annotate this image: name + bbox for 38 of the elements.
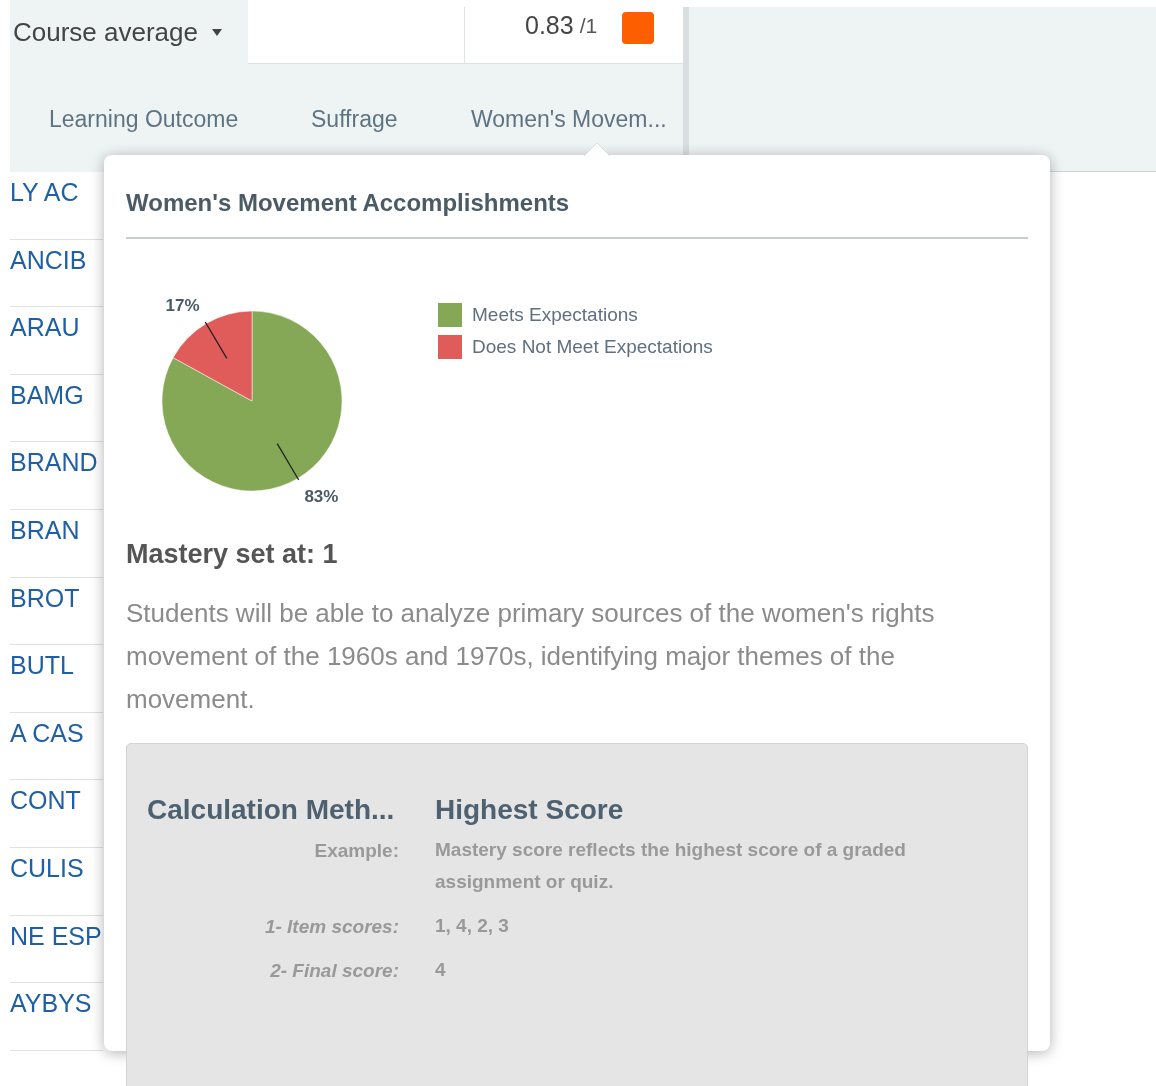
calc-row-label: 1- Item scores:: [263, 916, 399, 939]
student-name-link[interactable]: BROT: [10, 583, 80, 612]
calc-row-label: Example:: [313, 840, 399, 863]
course-average-dropdown[interactable]: Course average: [10, 0, 248, 64]
student-name-link[interactable]: CONT: [10, 786, 81, 815]
column-tab[interactable]: Learning Outcome: [49, 100, 311, 139]
calc-row-value: 1, 4, 2, 3: [435, 914, 510, 938]
student-name-link[interactable]: NE ESP: [10, 921, 102, 950]
score-value: 0.83: [525, 11, 574, 40]
student-name-link[interactable]: BUTL: [10, 651, 74, 680]
legend-label: Does Not Meet Expectations: [472, 336, 713, 358]
calculation-method: Highest Score: [435, 794, 624, 826]
outcome-description: Students will be able to analyze primary sources of the women's rights movement of the 1960s and 1970s, identifying major themes of the movement.: [126, 597, 936, 716]
popover-title: Women's Movement Accomplishments: [126, 189, 1028, 239]
leader-line: [204, 321, 228, 360]
column-tab[interactable]: Women's Movem...: [471, 100, 667, 139]
student-name-link[interactable]: A CAS: [10, 718, 84, 747]
caret-icon: [212, 28, 222, 36]
student-name-link[interactable]: BRAND: [10, 448, 98, 477]
score-total: /1: [579, 14, 598, 38]
legend-label: Meets Expectations: [472, 304, 638, 326]
column-tab[interactable]: Suffrage: [311, 100, 471, 139]
student-name-link[interactable]: BAMG: [10, 380, 84, 409]
calc-row-value: Mastery score reflects the highest score of a graded assignment or quiz.: [435, 838, 907, 894]
student-name-link[interactable]: ARAU: [10, 313, 80, 342]
calculation-label: Calculation Meth...: [147, 794, 395, 826]
slice-percent-label: 17%: [165, 296, 200, 316]
student-name-link[interactable]: CULIS: [10, 853, 84, 882]
slice-percent-label: 83%: [304, 486, 339, 506]
student-name-link[interactable]: ANCIB: [10, 245, 87, 274]
mastery-status-icon: [622, 12, 655, 44]
mastery-threshold: Mastery set at: 1: [126, 539, 339, 570]
student-name-link[interactable]: LY AC: [10, 178, 79, 206]
student-name-link[interactable]: BRAN: [10, 515, 80, 544]
calc-row-label: 2- Final score:: [269, 960, 399, 983]
calc-row-value: 4: [435, 958, 447, 982]
leader-line: [276, 442, 300, 481]
student-name-link[interactable]: AYBYS: [10, 989, 92, 1018]
